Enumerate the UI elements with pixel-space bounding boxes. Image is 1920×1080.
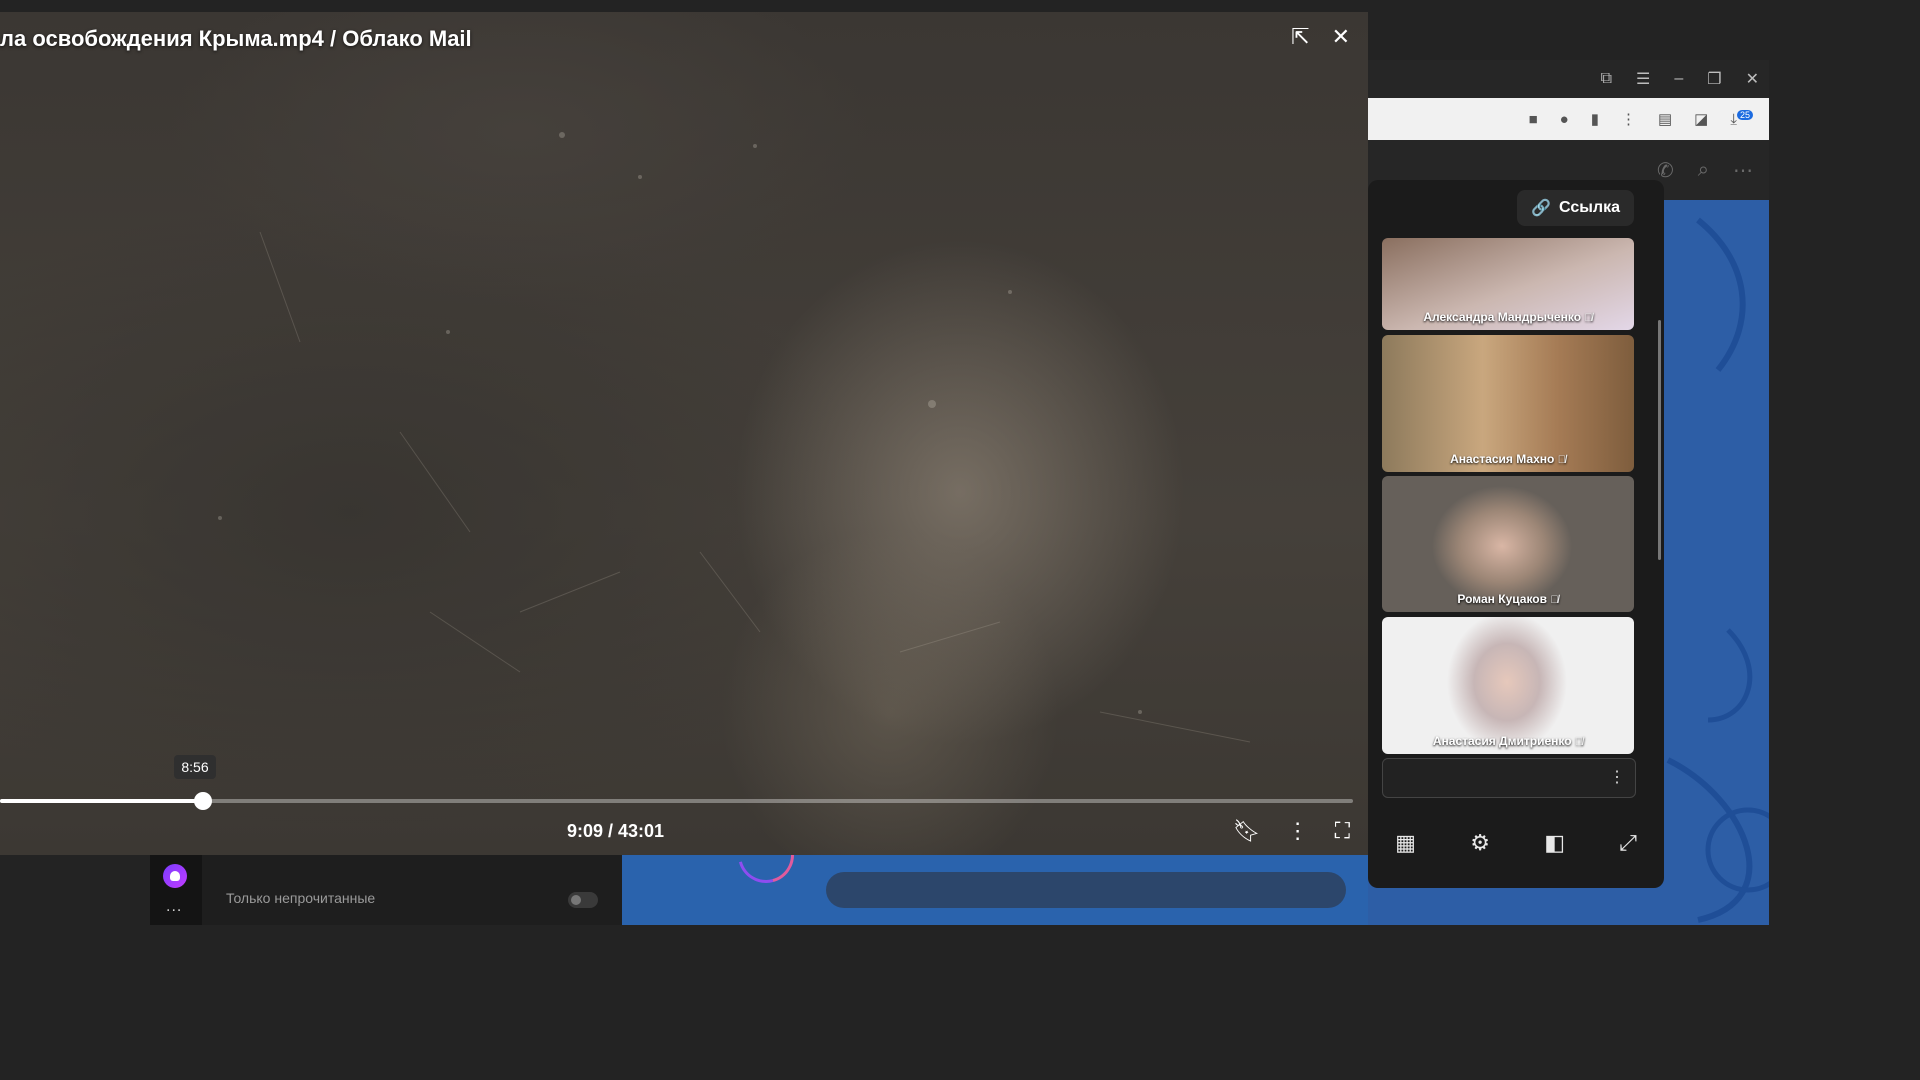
participant-name: Анастасия Махно xyxy=(1450,452,1555,466)
seek-progress xyxy=(0,799,203,803)
search-icon[interactable]: ⌕ xyxy=(1698,159,1709,182)
copy-link-button[interactable]: 🔗 Ссылка xyxy=(1517,190,1634,226)
video-call-panel: 🔗 Ссылка Александра Мандрыченко 🎙̸ Анаст… xyxy=(1368,180,1664,888)
seek-handle[interactable] xyxy=(194,792,212,810)
call-controls: ▦ ⚙ ◧ ⤢ xyxy=(1368,818,1664,868)
fullscreen-icon[interactable]: ⛶ xyxy=(1335,818,1350,844)
mic-muted-icon: 🎙̸ xyxy=(1574,736,1584,748)
grid-view-icon[interactable]: ▦ xyxy=(1395,830,1416,856)
participant-tile[interactable]: Анастасия Дмитриенко 🎙̸ xyxy=(1382,617,1634,754)
mic-muted-icon: 🎙̸ xyxy=(1584,312,1593,324)
close-icon[interactable]: ✕ xyxy=(1332,24,1350,50)
browser-toolbar: ■ ● ▮ ⋮ ▤ ◪ ⤓ 25 xyxy=(1368,98,1769,140)
participants-scrollbar[interactable] xyxy=(1658,320,1661,560)
video-title: ла освобождения Крыма.mp4 / Облако Mail xyxy=(0,26,472,51)
unread-only-toggle[interactable] xyxy=(568,892,598,908)
participant-name: Анастасия Дмитриенко xyxy=(1432,734,1572,748)
video-player[interactable]: ла освобождения Крыма.mp4 / Облако Mail … xyxy=(0,12,1368,855)
menu-icon[interactable]: ☰ xyxy=(1636,69,1650,89)
download-badge: 25 xyxy=(1736,110,1753,120)
seek-tooltip: 8:56 xyxy=(174,755,216,779)
video-top-controls: ⇱ ✕ xyxy=(1291,24,1350,50)
film-grain-overlay xyxy=(218,132,1251,743)
tile-more-icon[interactable]: ⋮ xyxy=(1609,767,1625,787)
playback-time: 9:09 / 43:01 xyxy=(567,821,665,841)
microphone-icon[interactable]: ● xyxy=(1560,111,1569,128)
bookmark-page-icon[interactable]: ▮ xyxy=(1591,110,1599,128)
bookmark-icon[interactable]: 🔖︎ xyxy=(1233,818,1261,844)
minimize-icon[interactable]: – xyxy=(1674,70,1683,88)
settings-icon[interactable]: ⚙ xyxy=(1470,830,1490,856)
browser-titlebar: ⧉ ☰ – ❐ ✕ xyxy=(1368,60,1769,98)
phone-icon[interactable]: ✆ xyxy=(1657,158,1674,183)
participant-tile[interactable]: ⋮ xyxy=(1382,758,1636,798)
link-icon: 🔗 xyxy=(1531,200,1552,217)
unread-only-label: Только непрочитанные xyxy=(226,890,376,906)
message-input[interactable] xyxy=(826,872,1346,908)
more-vertical-icon[interactable]: ⋮ xyxy=(1621,110,1636,128)
camera-icon[interactable]: ■ xyxy=(1529,111,1538,128)
exit-fullscreen-icon[interactable]: ⇱ xyxy=(1291,24,1309,50)
collections-icon[interactable]: ▤ xyxy=(1658,110,1672,128)
copy-link-label: Ссылка xyxy=(1559,199,1620,216)
assistant-icon[interactable] xyxy=(163,864,187,888)
chat-list-panel xyxy=(202,853,622,925)
participant-tile[interactable]: Роман Куцаков 🎙̸ xyxy=(1382,476,1634,612)
more-horizontal-icon[interactable]: ⋯ xyxy=(1733,158,1753,183)
expand-icon[interactable]: ⤢ xyxy=(1619,830,1637,856)
tabs-icon[interactable]: ⧉ xyxy=(1601,70,1612,88)
mic-muted-icon: 🎙̸ xyxy=(1550,594,1559,606)
close-window-icon[interactable]: ✕ xyxy=(1746,69,1759,89)
more-vertical-icon[interactable]: ⋮ xyxy=(1287,818,1309,844)
mic-muted-icon: 🎙̸ xyxy=(1557,454,1566,466)
participant-tile[interactable]: Анастасия Махно 🎙̸ xyxy=(1382,335,1634,472)
participant-name: Роман Куцаков xyxy=(1457,592,1547,606)
more-apps-icon[interactable]: ... xyxy=(166,898,182,916)
pip-icon[interactable]: ◧ xyxy=(1544,830,1565,856)
download-icon[interactable]: ⤓ 25 xyxy=(1730,110,1753,128)
video-bottom-controls: 🔖︎ ⋮ ⛶ xyxy=(1233,818,1350,844)
extension-icon[interactable]: ◪ xyxy=(1694,110,1708,128)
desktop-background xyxy=(0,925,1920,1080)
restore-icon[interactable]: ❐ xyxy=(1707,69,1721,89)
participant-tile[interactable]: Александра Мандрыченко 🎙̸ xyxy=(1382,238,1634,330)
participant-name: Александра Мандрыченко xyxy=(1423,310,1582,324)
